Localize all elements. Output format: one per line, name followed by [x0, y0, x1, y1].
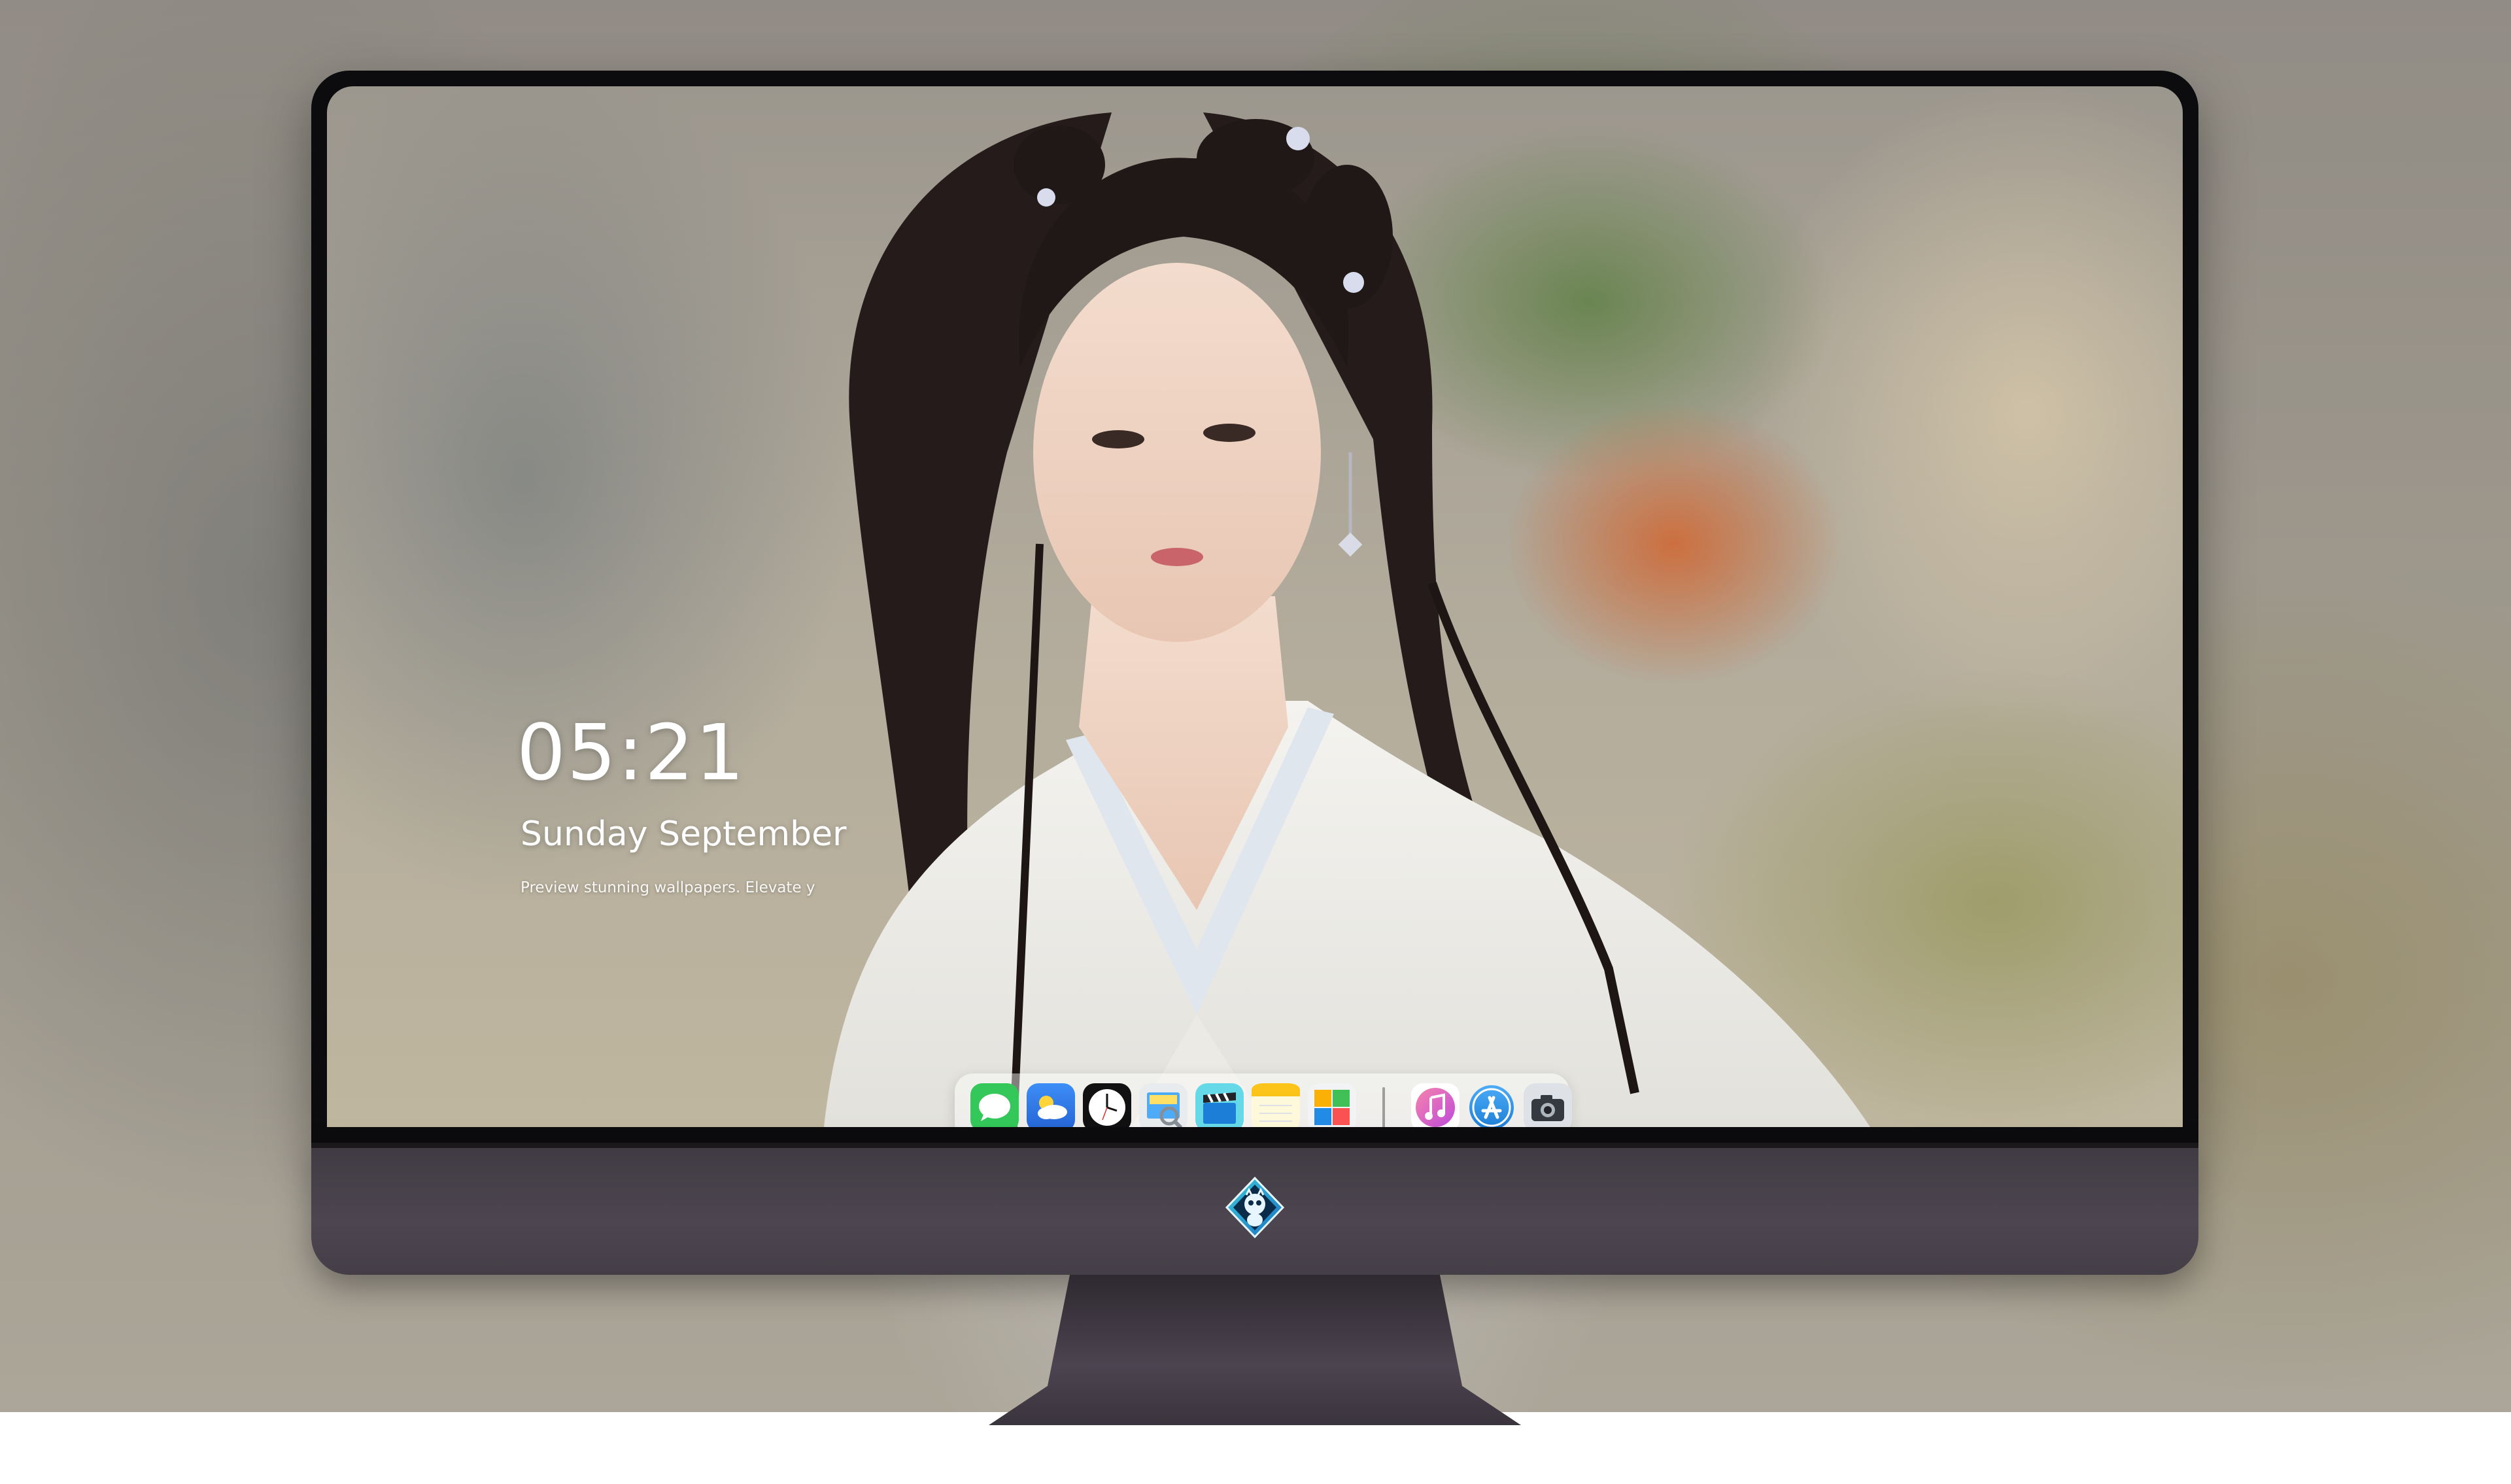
monitor-stand — [989, 1275, 1521, 1425]
monitor-bezel: 05:21 Sunday September Preview stunning … — [311, 71, 2198, 1143]
camera-icon[interactable] — [1524, 1083, 1572, 1127]
photo-booth-icon[interactable] — [1308, 1083, 1356, 1127]
weather-icon[interactable] — [1027, 1083, 1075, 1127]
lockscreen-date: Sunday September — [521, 815, 847, 854]
wallpaper-portrait — [824, 112, 1870, 1127]
chin-divider — [311, 1143, 2198, 1148]
notes-icon[interactable] — [1252, 1083, 1300, 1127]
clapperboard-icon[interactable] — [1195, 1083, 1244, 1127]
dragon-mascot-logo-icon — [1225, 1176, 1285, 1239]
clock-icon[interactable] — [1083, 1083, 1131, 1127]
dock — [955, 1073, 1572, 1127]
lockscreen-tagline: Preview stunning wallpapers. Elevate y — [521, 879, 815, 896]
monitor-screen: 05:21 Sunday September Preview stunning … — [327, 86, 2183, 1127]
app-store-icon[interactable] — [1467, 1083, 1516, 1127]
preview-icon[interactable] — [1139, 1083, 1187, 1127]
music-icon[interactable] — [1411, 1083, 1460, 1127]
dock-divider — [1382, 1087, 1385, 1127]
monitor: 05:21 Sunday September Preview stunning … — [311, 71, 2198, 1425]
messages-icon[interactable] — [970, 1083, 1019, 1127]
lockscreen-time: 05:21 — [517, 707, 746, 798]
